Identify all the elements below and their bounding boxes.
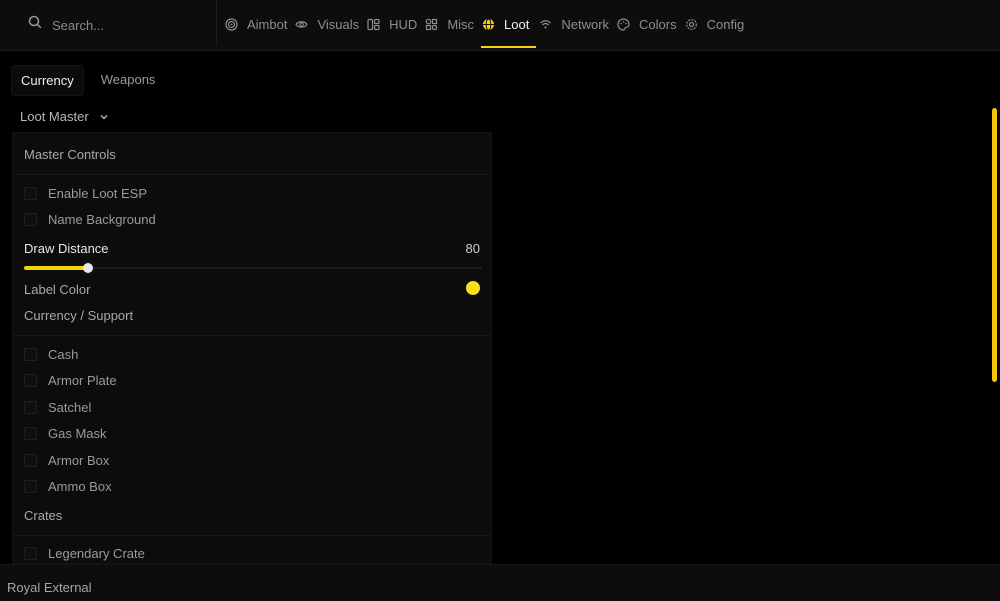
gear-icon (685, 18, 697, 30)
tab-label: Aimbot (247, 16, 288, 32)
nav-tabs: Aimbot Visuals HUD Misc Loot Network Col… (225, 0, 752, 50)
legendary-crate-checkbox[interactable]: Legendary Crate (24, 546, 145, 561)
checkbox-label: Legendary Crate (48, 546, 145, 561)
tab-network[interactable]: Network (539, 0, 617, 48)
checkbox-box[interactable] (24, 401, 37, 414)
armor-plate-checkbox[interactable]: Armor Plate (24, 373, 117, 388)
cash-checkbox[interactable]: Cash (24, 347, 78, 362)
tab-label: HUD (389, 16, 418, 32)
checkbox-box[interactable] (24, 213, 37, 226)
tab-config[interactable]: Config (685, 0, 753, 48)
search-icon (28, 15, 42, 29)
checkbox-box[interactable] (24, 454, 37, 467)
checkbox-box[interactable] (24, 187, 37, 200)
hud-icon (367, 18, 380, 30)
checkbox-label: Cash (48, 347, 79, 362)
globe-icon (483, 18, 495, 30)
search-box (0, 0, 217, 46)
checkbox-label: Name Background (48, 212, 156, 227)
divider (13, 335, 491, 336)
subtab-weapons[interactable]: Weapons (92, 65, 165, 96)
grid-icon (426, 18, 438, 30)
tab-label: Config (706, 16, 745, 32)
label-color-label: Label Color (24, 282, 91, 297)
footer-bar: Royal External (0, 564, 1000, 601)
armor-box-checkbox[interactable]: Armor Box (24, 453, 109, 468)
checkbox-label: Satchel (48, 400, 92, 415)
tab-label: Misc (447, 16, 475, 32)
subtab-currency[interactable]: Currency (11, 65, 84, 96)
checkbox-label: Ammo Box (48, 479, 112, 494)
name-background-checkbox[interactable]: Name Background (24, 212, 156, 227)
section-title-master: Master Controls (24, 147, 116, 162)
tab-label: Visuals (317, 16, 360, 32)
checkbox-label: Enable Loot ESP (48, 186, 148, 201)
tab-label: Loot (504, 16, 530, 32)
enable-loot-esp-checkbox[interactable]: Enable Loot ESP (24, 186, 147, 201)
scrollbar-thumb[interactable] (992, 108, 997, 382)
search-input[interactable] (50, 14, 204, 36)
checkbox-box[interactable] (24, 427, 37, 440)
tab-aimbot[interactable]: Aimbot (225, 0, 295, 48)
settings-panel: Master Controls Enable Loot ESP Name Bac… (12, 132, 492, 564)
target-icon (225, 17, 238, 31)
tab-label: Colors (639, 16, 677, 32)
draw-distance-label: Draw Distance (24, 241, 109, 256)
chevron-down-icon (100, 114, 108, 119)
tab-loot[interactable]: Loot (481, 0, 537, 48)
draw-distance-slider[interactable] (24, 263, 482, 273)
palette-icon (617, 17, 630, 31)
tab-colors[interactable]: Colors (617, 0, 685, 48)
checkbox-label: Gas Mask (48, 426, 107, 441)
section-title-crates: Crates (24, 508, 63, 523)
draw-distance-value: 80 (465, 241, 480, 256)
checkbox-box[interactable] (24, 547, 37, 560)
satchel-checkbox[interactable]: Satchel (24, 400, 91, 415)
label-color-swatch[interactable] (466, 281, 480, 295)
checkbox-box[interactable] (24, 480, 37, 493)
sub-tabs: Currency Weapons (11, 65, 172, 96)
checkbox-label: Armor Plate (48, 373, 117, 388)
divider (13, 174, 491, 175)
wifi-icon (540, 19, 552, 28)
dropdown-value: Loot Master (20, 109, 89, 124)
slider-fill (24, 266, 89, 270)
checkbox-label: Armor Box (48, 453, 110, 468)
tab-label: Network (561, 16, 610, 32)
divider (13, 535, 491, 536)
tab-visuals[interactable]: Visuals (295, 0, 367, 48)
gas-mask-checkbox[interactable]: Gas Mask (24, 426, 107, 441)
loot-category-dropdown[interactable]: Loot Master (20, 109, 109, 124)
eye-icon (295, 20, 309, 28)
tab-hud[interactable]: HUD (367, 0, 425, 48)
top-bar: Aimbot Visuals HUD Misc (0, 0, 1000, 51)
checkbox-box[interactable] (24, 374, 37, 387)
checkbox-box[interactable] (24, 348, 37, 361)
ammo-box-checkbox[interactable]: Ammo Box (24, 479, 112, 494)
slider-thumb[interactable] (83, 263, 94, 273)
section-title-currency: Currency / Support (24, 308, 134, 323)
tab-misc[interactable]: Misc (425, 0, 482, 48)
footer-label: Royal External (7, 580, 92, 595)
